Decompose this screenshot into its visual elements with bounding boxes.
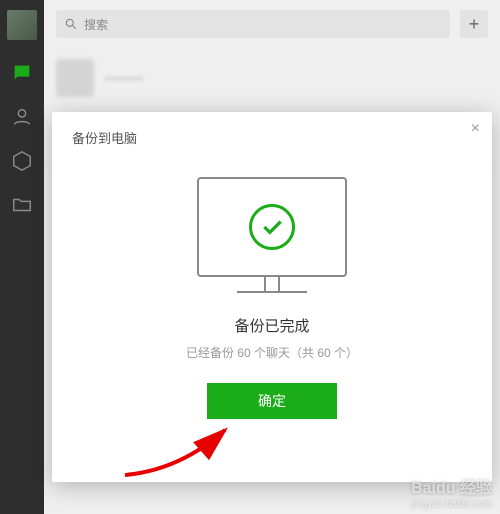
list-item[interactable]: ——— bbox=[44, 48, 500, 108]
files-icon[interactable] bbox=[11, 194, 33, 216]
search-icon bbox=[64, 17, 78, 31]
modal-body: 备份已完成 已经备份 60 个聊天（共 60 个） 确定 bbox=[72, 147, 472, 419]
check-icon bbox=[249, 204, 295, 250]
search-input[interactable]: 搜索 bbox=[56, 10, 450, 38]
contacts-icon[interactable] bbox=[11, 106, 33, 128]
backup-modal: × 备份到电脑 备份已完成 已经备份 60 个聊天（共 60 个） 确定 bbox=[52, 112, 492, 482]
watermark-logo: Baidu 经验 bbox=[411, 474, 492, 498]
watermark-url: jingyan.baidu.com bbox=[411, 499, 492, 510]
favorites-icon[interactable] bbox=[11, 150, 33, 172]
status-subtitle: 已经备份 60 个聊天（共 60 个） bbox=[186, 344, 358, 361]
avatar[interactable] bbox=[7, 10, 37, 40]
sidebar bbox=[0, 0, 44, 514]
search-row: 搜索 + bbox=[44, 0, 500, 48]
confirm-button[interactable]: 确定 bbox=[207, 383, 337, 419]
chat-icon[interactable] bbox=[11, 62, 33, 84]
add-button[interactable]: + bbox=[460, 10, 488, 38]
monitor-illustration bbox=[197, 177, 347, 293]
search-placeholder: 搜索 bbox=[84, 16, 108, 33]
modal-title: 备份到电脑 bbox=[72, 128, 472, 147]
close-button[interactable]: × bbox=[471, 120, 480, 138]
chat-avatar bbox=[56, 59, 94, 97]
chat-name: ——— bbox=[104, 70, 143, 85]
status-title: 备份已完成 bbox=[234, 315, 309, 336]
